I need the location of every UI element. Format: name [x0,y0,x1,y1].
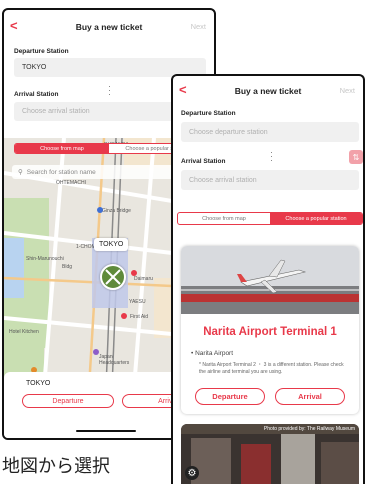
nav-bar-2: < Buy a new ticket Next [173,78,363,104]
arrival-label: Arrival Station [14,91,59,98]
nav-bar: < Buy a new ticket Next [4,14,214,40]
svg-text:YAESU: YAESU [129,299,146,305]
caption-text: 地図から選択 [2,456,110,477]
home-indicator [76,430,136,432]
search-icon: ⚲ [18,169,23,176]
selected-station: TOKYO [26,380,51,387]
next-button-2[interactable]: Next [340,86,355,95]
back-icon[interactable]: < [10,18,18,33]
card-station: • Narita Airport [191,350,234,357]
search-input[interactable]: Search for station name [27,169,96,176]
next-button[interactable]: Next [191,22,206,31]
phone-screen-popular: < Buy a new ticket Next Departure Statio… [171,74,365,484]
card-departure-button[interactable]: Departure [195,388,265,405]
map-pin-label: TOKYO [94,238,129,251]
tab-choose-from-map[interactable]: Choose from map [15,144,109,153]
svg-text:Bldg: Bldg [62,264,72,270]
svg-text:Shin-Marunouchi: Shin-Marunouchi [26,256,64,262]
swap-dots-icon-2: · · · [270,147,273,165]
svg-text:Hotel Kitchen: Hotel Kitchen [9,329,39,335]
card-note: * Narita Airport Terminal 2 ・ 3 is a dif… [199,362,344,375]
card-title: Narita Airport Terminal 1 [203,326,337,338]
svg-text:OHTEMACHI: OHTEMACHI [56,180,86,186]
airport-photo [181,246,359,314]
card-arrival-button[interactable]: Arrival [275,388,345,405]
back-icon-2[interactable]: < [179,82,187,97]
card-station-name: Narita Airport [195,350,234,357]
departure-field-2[interactable]: Choose departure station [181,122,359,142]
svg-text:First Aid: First Aid [130,314,148,320]
arrival-label-2: Arrival Station [181,158,226,165]
departure-label-2: Departure Station [181,110,236,117]
svg-text:Headquarters: Headquarters [99,360,130,366]
page-title-2: Buy a new ticket [234,86,302,96]
svg-text:Ginza Bridge: Ginza Bridge [102,208,131,214]
tab-choose-from-map-2[interactable]: Choose from map [178,213,270,224]
tab-choose-popular-2[interactable]: Choose a popular station [270,213,362,224]
gear-icon[interactable]: ⚙ [185,466,199,480]
departure-button[interactable]: Departure [22,394,114,408]
photo-credit: Photo provided by: The Railway Museum [263,426,355,432]
next-card-photo: Photo provided by: The Railway Museum ⚙ [181,424,359,484]
station-card: Narita Airport Terminal 1 • Narita Airpo… [181,246,359,414]
page-title: Buy a new ticket [75,22,143,32]
svg-text:Daimaru: Daimaru [134,276,153,282]
arrival-field-2[interactable]: Choose arrival station [181,170,359,190]
swap-dots-icon: · · · [108,81,111,99]
station-pin-icon[interactable] [100,264,126,290]
mode-tabs-2: Choose from map Choose a popular station [177,212,363,225]
departure-label: Departure Station [14,48,69,55]
swap-stations-icon[interactable]: ⇅ [349,150,363,164]
